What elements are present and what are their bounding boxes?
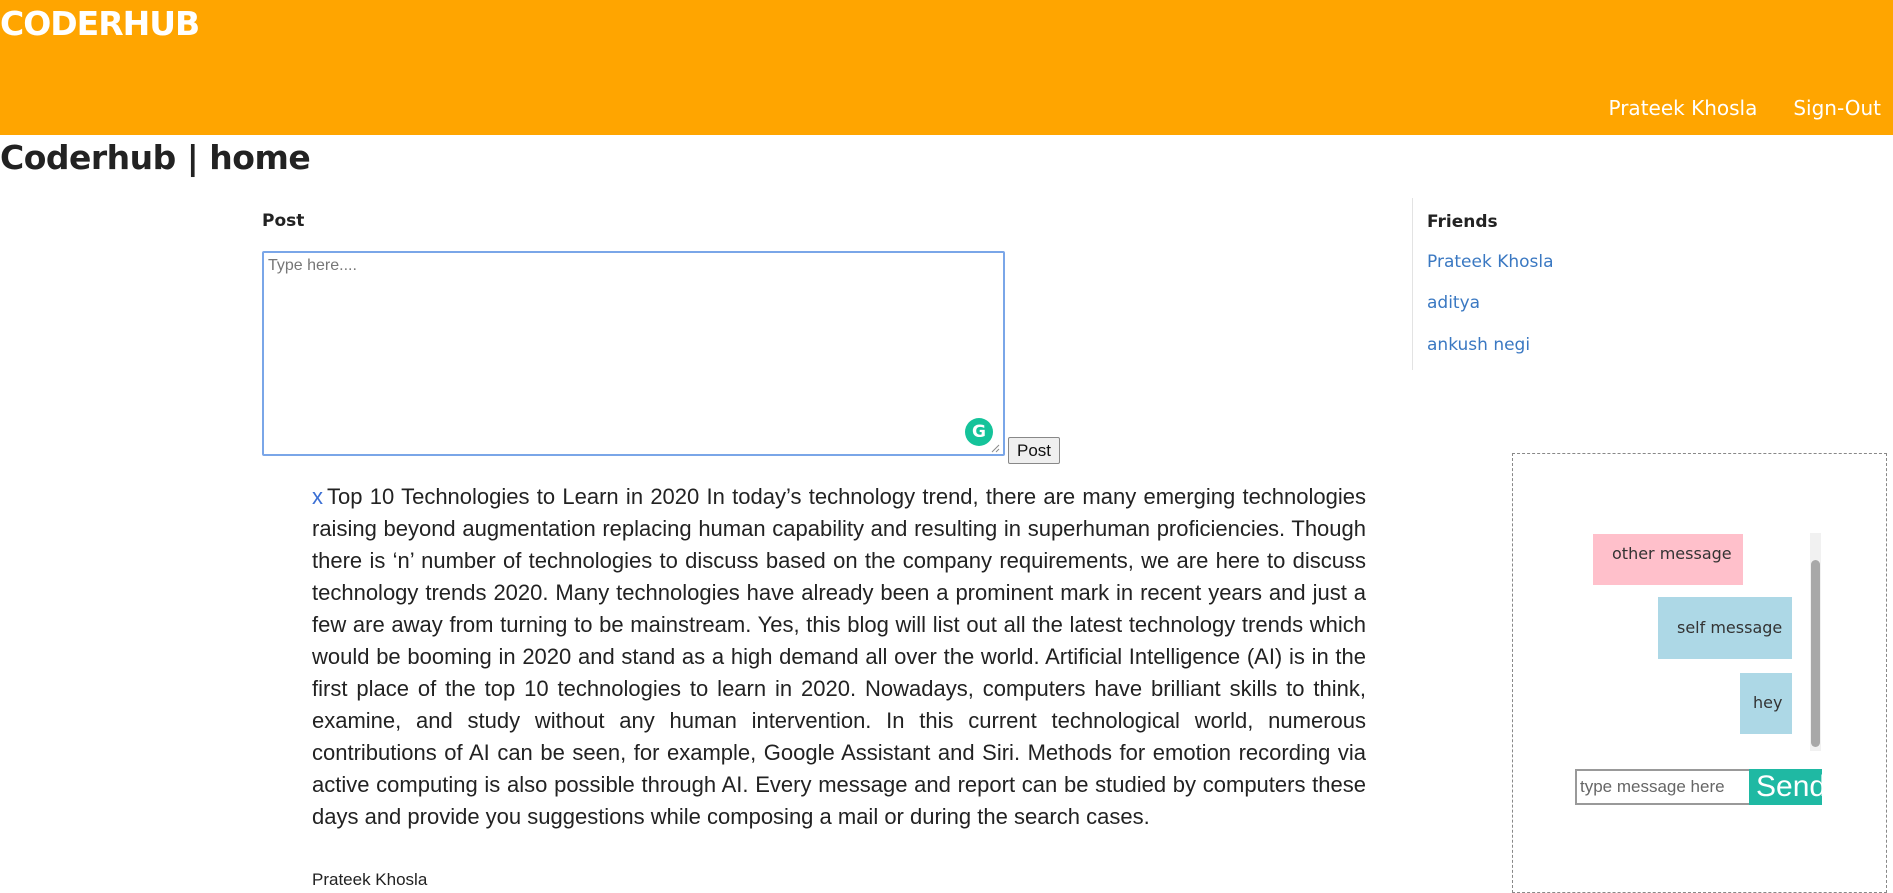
chat-scrollbar[interactable]	[1810, 533, 1821, 751]
top-header: CODERHUB Prateek Khosla Sign-Out	[0, 0, 1893, 135]
post-content: Top 10 Technologies to Learn in 2020 In …	[312, 484, 1366, 829]
friend-link[interactable]: Prateek Khosla	[1427, 252, 1554, 272]
nav-user-link[interactable]: Prateek Khosla	[1609, 96, 1758, 120]
page-title: Coderhub | home	[0, 138, 311, 177]
delete-post-button[interactable]: x	[312, 484, 323, 509]
resize-grip-icon[interactable]	[990, 443, 1000, 453]
nav-signout-link[interactable]: Sign-Out	[1793, 96, 1881, 120]
chat-scrollbar-thumb[interactable]	[1811, 560, 1820, 747]
chat-send-button[interactable]: Send	[1749, 769, 1822, 805]
post-label: Post	[262, 211, 305, 231]
top-nav: Prateek Khosla Sign-Out	[1609, 96, 1882, 120]
post-item: x Top 10 Technologies to Learn in 2020 In…	[312, 481, 1366, 833]
grammarly-icon[interactable]: G	[965, 418, 993, 446]
chat-message-other: other message	[1593, 534, 1743, 585]
chat-message-self: self message	[1658, 597, 1792, 659]
chat-messages[interactable]: other message self message hey	[1593, 534, 1823, 749]
chat-message-input[interactable]	[1575, 769, 1751, 805]
friend-link[interactable]: ankush negi	[1427, 335, 1530, 355]
brand-logo[interactable]: CODERHUB	[0, 4, 200, 43]
post-author: Prateek Khosla	[312, 870, 428, 889]
friend-link[interactable]: aditya	[1427, 293, 1480, 313]
chat-box: other message self message hey	[1512, 453, 1887, 893]
post-submit-button[interactable]: Post	[1008, 437, 1061, 464]
post-textarea[interactable]	[262, 251, 1005, 456]
chat-message-self: hey	[1740, 673, 1792, 734]
friends-panel: Friends Prateek Khosla aditya ankush neg…	[1412, 198, 1613, 370]
friends-title: Friends	[1427, 212, 1498, 232]
